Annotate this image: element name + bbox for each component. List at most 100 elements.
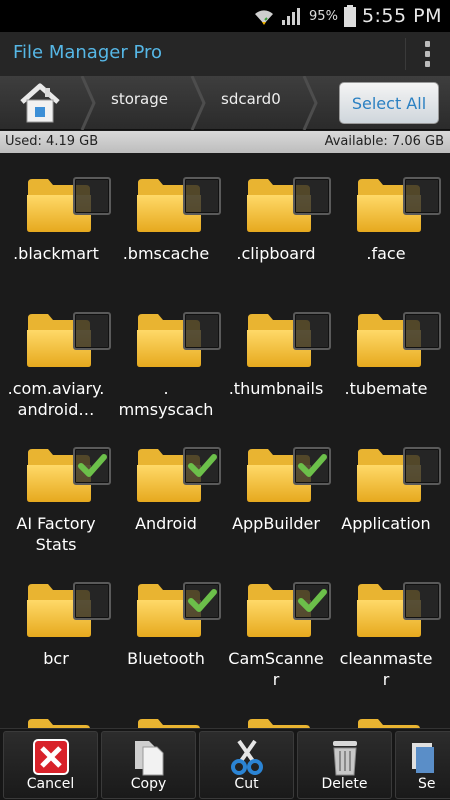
folder-icon [26,177,111,233]
folder-icon [246,717,312,728]
folder-name: .blackmart [13,244,99,263]
folder-name: cleanmaste r [339,649,433,689]
copy-icon [134,741,163,776]
copy-button[interactable]: Copy [101,731,196,799]
checked-checkbox[interactable] [73,447,111,485]
status-bar: 95% 5:55 PM [0,0,450,32]
folder-icon [26,717,92,728]
folder-item[interactable]: .com.aviary. android… [0,288,112,423]
send-button[interactable]: Se [395,731,450,799]
checkbox[interactable] [183,312,221,350]
folder-item[interactable]: .thumbnails [220,288,332,423]
checkbox[interactable] [73,177,111,215]
folder-icon [26,582,111,638]
folder-item[interactable]: Application [330,423,442,558]
checkbox[interactable] [73,312,111,350]
checked-checkbox[interactable] [183,447,221,485]
folder-icon [136,447,221,503]
folder-item[interactable] [330,693,442,728]
checkbox[interactable] [73,582,111,620]
battery-icon [343,5,356,27]
folder-item[interactable]: .bmscache [110,153,222,288]
checkbox[interactable] [403,447,441,485]
send-icon [412,743,434,773]
wifi-icon [255,10,274,25]
checked-checkbox[interactable] [183,582,221,620]
checkbox[interactable] [403,177,441,215]
folder-item[interactable]: .clipboard [220,153,332,288]
folder-name: .face [366,244,406,263]
folder-item[interactable]: CamScanne r [220,558,332,693]
folder-item[interactable]: .blackmart [0,153,112,288]
cancel-label: Cancel [26,776,75,792]
folder-grid: .blackmart .bmscache .clipboard .face .com.a… [0,153,450,728]
folder-item[interactable] [0,693,112,728]
folder-icon [26,312,111,368]
breadcrumb-sdcard0[interactable]: sdcard0 [221,90,281,108]
folder-name: CamScanne r [228,649,324,689]
overflow-menu-icon[interactable] [422,41,432,67]
battery-percent: 95% [309,8,338,24]
folder-name: .clipboard [236,244,316,263]
folder-item[interactable]: AI Factory Stats [0,423,112,558]
copy-label: Copy [130,776,167,792]
checkbox[interactable] [403,582,441,620]
folder-name: .tubemate [344,379,428,398]
folder-icon [356,177,441,233]
checked-checkbox[interactable] [293,582,331,620]
cut-label: Cut [234,776,259,792]
folder-name: Application [341,514,431,533]
folder-item[interactable]: .tubemate [330,288,442,423]
checkmark-icon [78,454,107,477]
divider [405,38,406,70]
storage-available: Available: 7.06 GB [324,134,444,149]
folder-icon [246,177,331,233]
checkbox[interactable] [293,312,331,350]
checked-checkbox[interactable] [293,447,331,485]
folder-item[interactable] [220,693,332,728]
folder-icon [136,582,221,638]
checkbox[interactable] [293,177,331,215]
checkmark-icon [188,589,217,612]
folder-item[interactable] [110,693,222,728]
folder-name: Bluetooth [127,649,205,668]
home-crumb[interactable] [16,80,64,126]
checkmark-icon [298,589,327,612]
folder-item[interactable]: AppBuilder [220,423,332,558]
select-all-button[interactable]: Select All [339,82,439,124]
trash-icon [332,741,357,776]
folder-icon [356,717,422,728]
chevron-right-icon [80,76,96,130]
cancel-button[interactable]: Cancel [3,731,98,799]
cut-button[interactable]: Cut [199,731,294,799]
clock: 5:55 PM [361,5,442,27]
checkbox[interactable] [403,312,441,350]
folder-icon [136,177,221,233]
folder-icon [246,312,331,368]
folder-name: AI Factory Stats [16,514,96,554]
folder-item[interactable]: Android [110,423,222,558]
home-icon [20,83,60,123]
folder-item[interactable]: bcr [0,558,112,693]
folder-item[interactable]: .face [330,153,442,288]
app-title: File Manager Pro [13,42,163,63]
folder-name: .bmscache [122,244,210,263]
checkmark-icon [298,454,327,477]
folder-item[interactable]: Bluetooth [110,558,222,693]
status-icons: 95% 5:55 PM [253,0,442,32]
folder-icon [356,582,441,638]
folder-name: .thumbnails [228,379,324,398]
folder-icon [136,312,221,368]
storage-bar: Used: 4.19 GB Available: 7.06 GB [0,131,450,153]
checkbox[interactable] [183,177,221,215]
folder-icon [26,447,111,503]
delete-button[interactable]: Delete [297,731,392,799]
scissors-icon [230,739,263,775]
breadcrumb-storage[interactable]: storage [111,90,168,108]
storage-used: Used: 4.19 GB [5,134,99,149]
folder-item[interactable]: cleanmaste r [330,558,442,693]
folder-icon [356,312,441,368]
folder-item[interactable]: . mmsyscach [110,288,222,423]
chevron-right-icon [302,76,318,130]
bottom-toolbar: Cancel Copy Cut Delete Se [0,728,450,800]
